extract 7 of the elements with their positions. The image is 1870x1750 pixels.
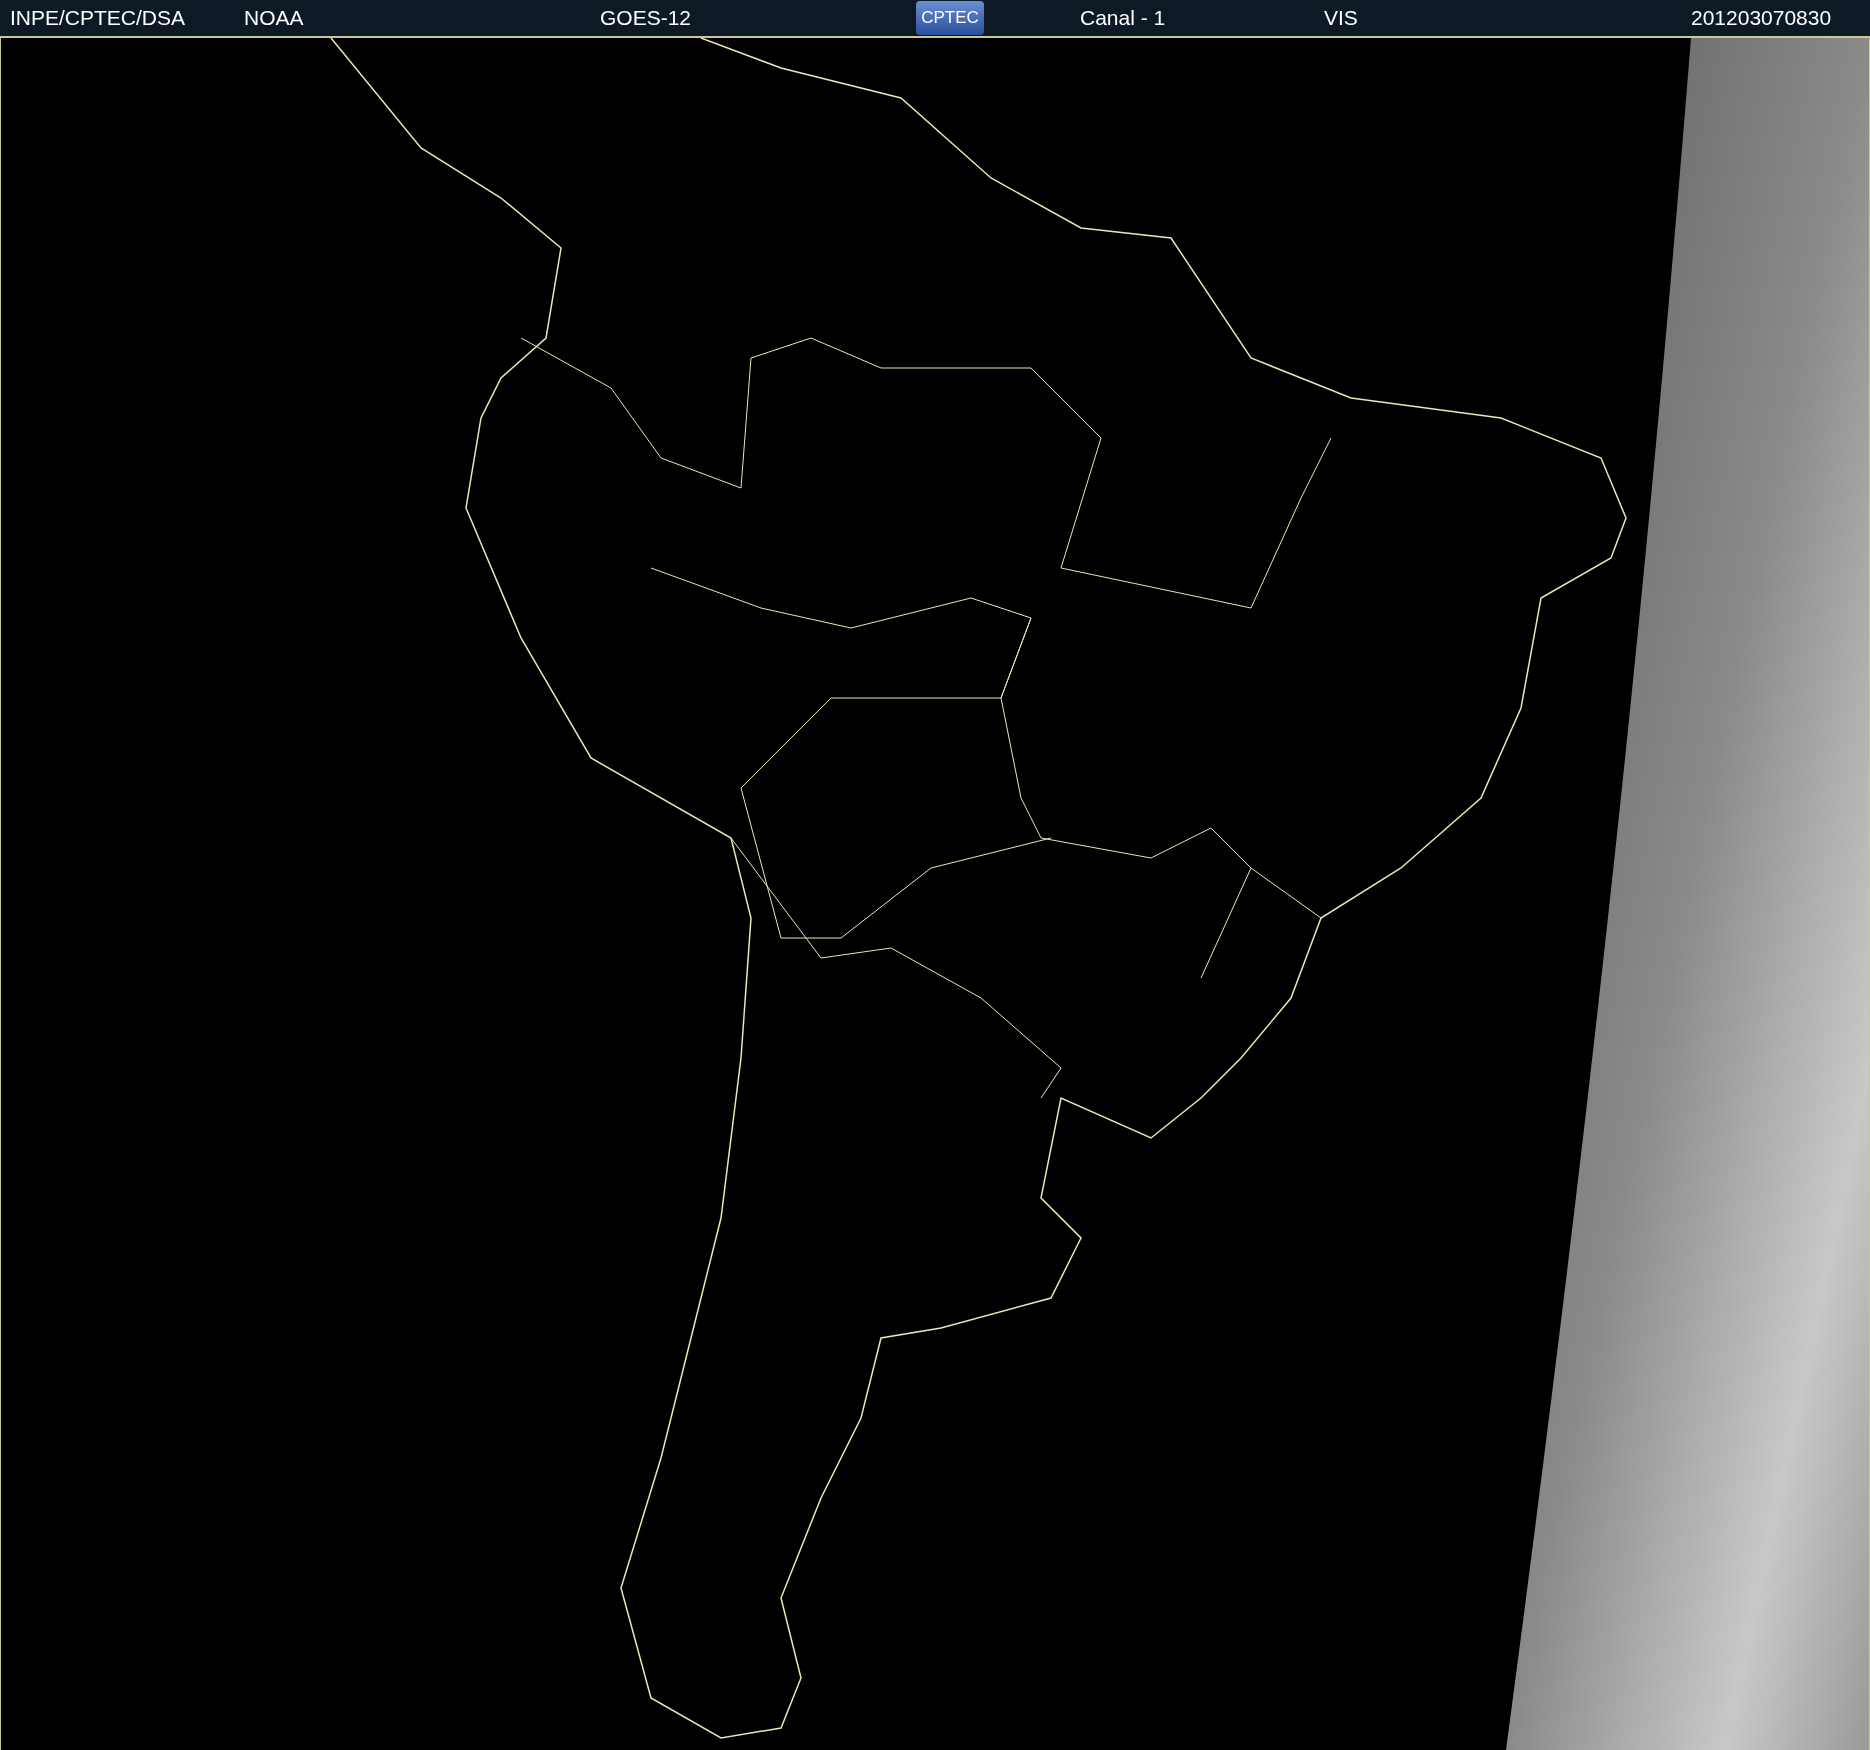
band-label: VIS [1324, 6, 1359, 30]
channel-label: Canal - 1 [1080, 6, 1167, 30]
satellite-label: GOES-12 [600, 6, 693, 30]
source-label: INPE/CPTEC/DSA [10, 6, 187, 30]
agency-label: NOAA [244, 6, 305, 30]
timestamp-label: 201203070830 [1691, 6, 1832, 30]
agency-logo: CPTEC [916, 1, 984, 35]
